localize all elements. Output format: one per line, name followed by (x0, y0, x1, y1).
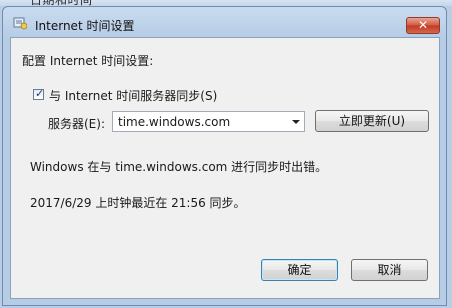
checkmark-icon: ✓ (35, 87, 45, 100)
server-value: time.windows.com (118, 115, 231, 129)
update-now-button[interactable]: 立即更新(U) (315, 110, 429, 132)
settings-heading: 配置 Internet 时间设置: (22, 54, 154, 68)
internet-time-dialog: Internet 时间设置 ✕ 配置 Internet 时间设置: ✓ 与 In… (2, 6, 447, 306)
dialog-title: Internet 时间设置 (35, 19, 135, 33)
close-icon: ✕ (417, 18, 429, 32)
sync-checkbox[interactable]: ✓ (33, 87, 45, 100)
dialog-content: 配置 Internet 时间设置: ✓ 与 Internet 时间服务器同步(S… (10, 37, 440, 299)
sync-error-message: Windows 在与 time.windows.com 进行同步时出错。 (30, 160, 328, 174)
titlebar[interactable]: Internet 时间设置 ✕ (3, 7, 446, 37)
server-label: 服务器(E): (48, 117, 105, 131)
ok-button[interactable]: 确定 (261, 259, 338, 281)
cancel-button[interactable]: 取消 (351, 259, 428, 281)
last-sync-status: 2017/6/29 上时钟最近在 21:56 同步。 (30, 196, 246, 210)
clock-settings-icon (13, 17, 27, 30)
server-select[interactable]: time.windows.com (112, 111, 305, 132)
sync-checkbox-label[interactable]: 与 Internet 时间服务器同步(S) (49, 87, 217, 104)
chevron-down-icon[interactable] (292, 120, 300, 124)
close-button[interactable]: ✕ (406, 17, 440, 34)
